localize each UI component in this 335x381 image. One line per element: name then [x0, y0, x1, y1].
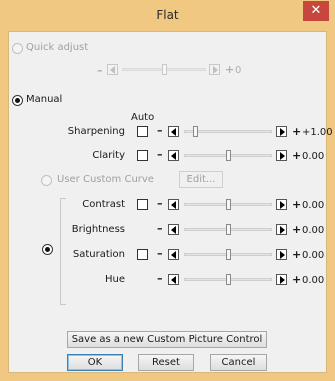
quick-adjust-increase-button[interactable] — [209, 64, 220, 75]
quick-adjust-slider-thumb[interactable] — [161, 64, 167, 75]
clarity-minus: – — [157, 148, 163, 161]
clarity-auto-checkbox[interactable] — [137, 150, 148, 161]
clarity-increase-button[interactable] — [276, 150, 287, 161]
saturation-slider-thumb[interactable] — [225, 249, 231, 260]
quick-adjust-minus: – — [97, 64, 103, 77]
contrast-decrease-button[interactable] — [168, 199, 179, 210]
manual-radio[interactable] — [12, 95, 23, 106]
brightness-slider-thumb[interactable] — [225, 224, 231, 235]
hue-increase-button[interactable] — [276, 274, 287, 285]
sharpening-increase-button[interactable] — [276, 126, 287, 137]
save-custom-picture-control-button[interactable]: Save as a new Custom Picture Control — [67, 331, 267, 348]
edit-curve-button[interactable]: Edit... — [179, 171, 223, 188]
dialog-client-area: Quick adjust – + 0 Manual Auto Sharpenin… — [8, 31, 333, 373]
quick-adjust-label: Quick adjust — [26, 42, 89, 53]
saturation-plus: + — [292, 248, 302, 261]
ok-button[interactable]: OK — [67, 354, 123, 371]
saturation-decrease-button[interactable] — [168, 249, 179, 260]
contrast-minus: – — [157, 197, 163, 210]
sharpening-label: Sharpening — [67, 126, 125, 137]
saturation-increase-button[interactable] — [276, 249, 287, 260]
contrast-value: 0.00 — [302, 200, 325, 211]
hue-value: 0.00 — [302, 275, 325, 286]
reset-button[interactable]: Reset — [138, 354, 194, 371]
quick-adjust-decrease-button[interactable] — [107, 64, 118, 75]
sharpening-decrease-button[interactable] — [168, 126, 179, 137]
quick-adjust-plus: + — [225, 63, 235, 76]
brightness-label: Brightness — [71, 224, 125, 235]
clarity-plus: + — [292, 149, 302, 162]
saturation-label: Saturation — [72, 249, 125, 260]
sharpening-minus: – — [157, 124, 163, 137]
close-icon: ✕ — [310, 3, 322, 18]
auto-column-header: Auto — [131, 112, 155, 123]
custom-curve-radio[interactable] — [41, 175, 52, 186]
title-bar: Flat ✕ — [0, 0, 335, 30]
dialog-window: Flat ✕ Quick adjust – + 0 Manual Auto Sh… — [0, 0, 335, 381]
saturation-value: 0.00 — [302, 250, 325, 261]
brightness-increase-button[interactable] — [276, 224, 287, 235]
clarity-decrease-button[interactable] — [168, 150, 179, 161]
contrast-slider-thumb[interactable] — [225, 199, 231, 210]
close-button[interactable]: ✕ — [303, 1, 329, 21]
clarity-value: 0.00 — [302, 151, 325, 162]
brightness-decrease-button[interactable] — [168, 224, 179, 235]
manual-label: Manual — [26, 94, 63, 105]
brightness-plus: + — [292, 223, 302, 236]
hue-label: Hue — [104, 274, 125, 285]
brightness-minus: – — [157, 222, 163, 235]
hue-minus: – — [157, 272, 163, 285]
custom-curve-label: User Custom Curve — [57, 174, 154, 185]
adjustments-radio[interactable] — [42, 244, 53, 255]
contrast-auto-checkbox[interactable] — [137, 199, 148, 210]
saturation-auto-checkbox[interactable] — [137, 249, 148, 260]
quick-adjust-radio[interactable] — [12, 43, 23, 54]
sharpening-auto-checkbox[interactable] — [137, 126, 148, 137]
window-title: Flat — [156, 8, 179, 22]
clarity-slider-thumb[interactable] — [225, 150, 231, 161]
brightness-value: 0.00 — [302, 225, 325, 236]
hue-plus: + — [292, 273, 302, 286]
quick-adjust-value: 0 — [235, 65, 242, 76]
contrast-label: Contrast — [82, 199, 125, 210]
contrast-plus: + — [292, 198, 302, 211]
saturation-minus: – — [157, 247, 163, 260]
sharpening-slider-thumb[interactable] — [193, 126, 199, 137]
clarity-label: Clarity — [92, 150, 125, 161]
sharpening-value: +1.00 — [302, 127, 333, 138]
cancel-button[interactable]: Cancel — [210, 354, 267, 371]
hue-slider-thumb[interactable] — [225, 274, 231, 285]
hue-decrease-button[interactable] — [168, 274, 179, 285]
sharpening-plus: + — [292, 125, 302, 138]
contrast-increase-button[interactable] — [276, 199, 287, 210]
